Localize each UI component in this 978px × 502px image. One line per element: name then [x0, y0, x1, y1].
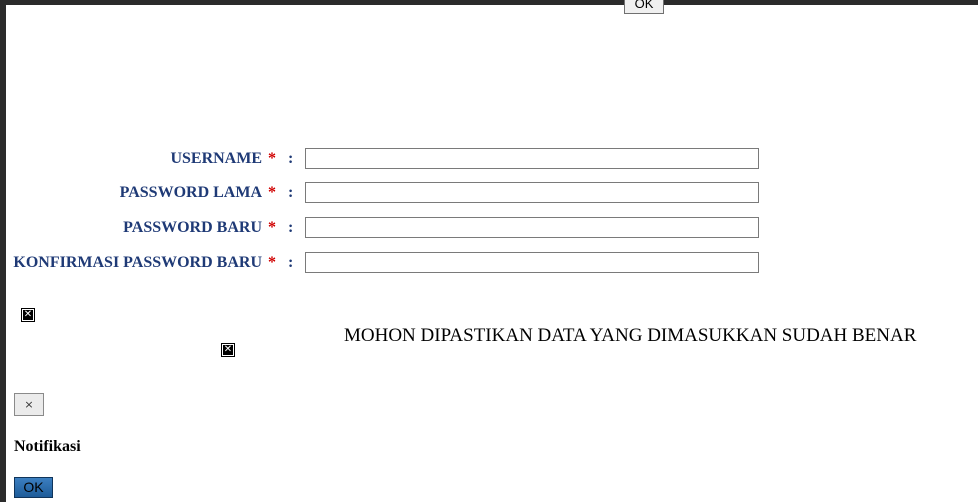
confirm-password-input[interactable] [305, 252, 759, 273]
required-mark: * [268, 254, 276, 271]
new-password-input[interactable] [305, 217, 759, 238]
required-mark: * [268, 150, 276, 167]
notification-title: Notifikasi [14, 438, 81, 455]
window-left-border [0, 0, 6, 502]
old-password-input[interactable] [305, 182, 759, 203]
window-top-border [0, 0, 978, 5]
username-label: USERNAME * [170, 150, 276, 167]
notification-ok-button[interactable]: OK [14, 477, 53, 498]
confirmation-notice: MOHON DIPASTIKAN DATA YANG DIMASUKKAN SU… [344, 325, 917, 346]
required-mark: * [268, 219, 276, 236]
top-ok-button[interactable]: OK [624, 0, 664, 14]
new-password-label: PASSWORD BARU * [123, 219, 276, 236]
username-input[interactable] [305, 148, 759, 169]
label-separator: : [288, 184, 294, 201]
broken-image-icon: ✕ [21, 308, 35, 322]
old-password-label: PASSWORD LAMA * [119, 184, 276, 201]
broken-image-icon: ✕ [221, 343, 235, 357]
old-password-row: PASSWORD LAMA * : [0, 182, 978, 206]
new-password-row: PASSWORD BARU * : [0, 217, 978, 241]
label-separator: : [288, 150, 294, 167]
close-icon[interactable]: × [14, 393, 44, 416]
username-row: USERNAME * : [0, 148, 978, 172]
label-separator: : [288, 254, 294, 271]
label-separator: : [288, 219, 294, 236]
required-mark: * [268, 184, 276, 201]
confirm-password-label: KONFIRMASI PASSWORD BARU * [13, 254, 276, 271]
confirm-password-row: KONFIRMASI PASSWORD BARU * : [0, 252, 978, 276]
